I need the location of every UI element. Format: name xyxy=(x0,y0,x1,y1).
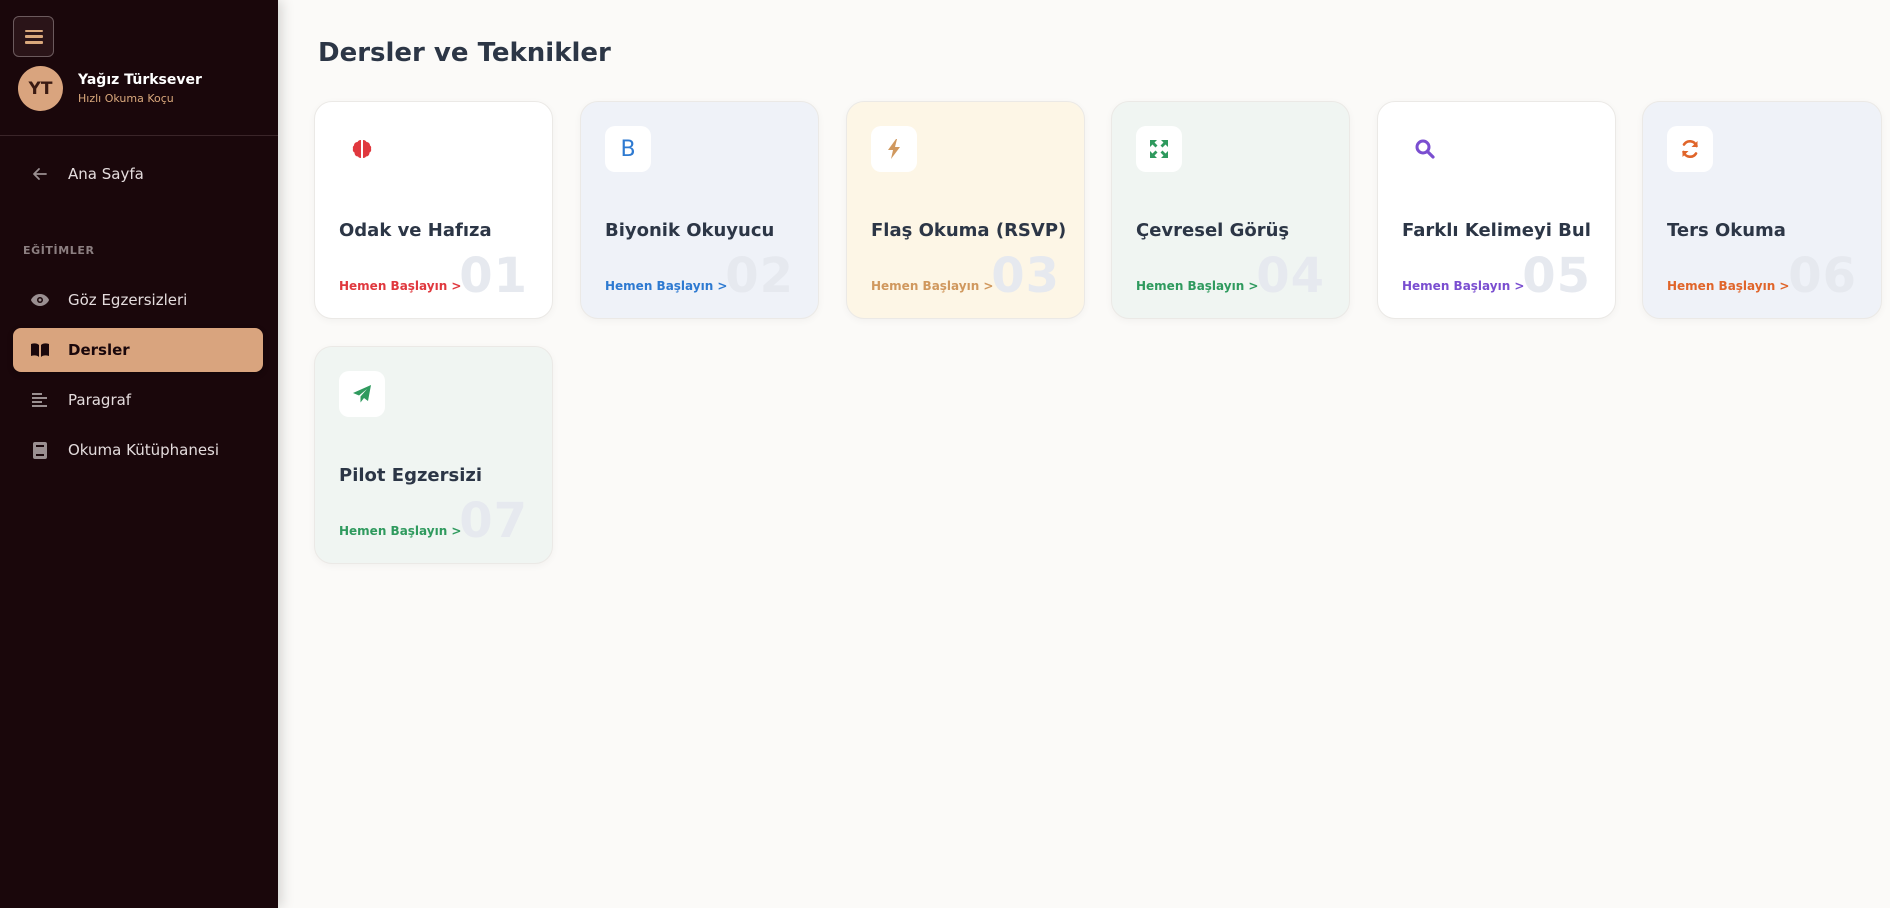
search-icon xyxy=(1402,126,1448,172)
card-number: 06 xyxy=(1788,248,1857,304)
arrow-left-icon xyxy=(30,164,50,184)
card-title: Biyonik Okuyucu xyxy=(605,220,775,241)
user-profile: YT Yağız Türksever Hızlı Okuma Koçu xyxy=(18,66,202,111)
lesson-card-odak-ve-hafiza[interactable]: Odak ve Hafıza Hemen Başlayın > 01 xyxy=(314,101,553,319)
card-number: 02 xyxy=(725,248,794,304)
card-number: 07 xyxy=(459,493,528,549)
sidebar-item-label: Ana Sayfa xyxy=(68,165,144,183)
page-title: Dersler ve Teknikler xyxy=(318,38,611,68)
paper-plane-icon xyxy=(339,371,385,417)
card-title: Pilot Egzersizi xyxy=(339,465,483,486)
sidebar-item-dersler[interactable]: Dersler xyxy=(13,328,263,372)
start-link[interactable]: Hemen Başlayın > xyxy=(871,279,993,293)
card-title: Flaş Okuma (RSVP) xyxy=(871,220,1067,241)
sidebar-item-okuma-kutuphanesi[interactable]: Okuma Kütüphanesi xyxy=(13,428,263,472)
lesson-card-cevresel-gorus[interactable]: Çevresel Görüş Hemen Başlayın > 04 xyxy=(1111,101,1350,319)
card-number: 03 xyxy=(991,248,1060,304)
avatar: YT xyxy=(18,66,63,111)
bolt-icon xyxy=(871,126,917,172)
eye-icon xyxy=(30,290,50,310)
card-number: 01 xyxy=(459,248,528,304)
card-title: Farklı Kelimeyi Bul xyxy=(1402,220,1591,241)
sidebar-divider xyxy=(0,135,278,136)
start-link[interactable]: Hemen Başlayın > xyxy=(605,279,727,293)
sidebar-item-label: Göz Egzersizleri xyxy=(68,291,188,309)
lesson-card-ters-okuma[interactable]: Ters Okuma Hemen Başlayın > 06 xyxy=(1642,101,1882,319)
lesson-card-farkli-kelimeyi-bul[interactable]: Farklı Kelimeyi Bul Hemen Başlayın > 05 xyxy=(1377,101,1616,319)
menu-toggle-button[interactable] xyxy=(13,16,54,57)
hamburger-icon xyxy=(24,29,43,44)
card-number: 04 xyxy=(1256,248,1325,304)
card-title: Çevresel Görüş xyxy=(1136,220,1290,241)
lesson-card-biyonik-okuyucu[interactable]: B Biyonik Okuyucu Hemen Başlayın > 02 xyxy=(580,101,819,319)
lesson-card-flas-okuma[interactable]: Flaş Okuma (RSVP) Hemen Başlayın > 03 xyxy=(846,101,1085,319)
profile-name: Yağız Türksever xyxy=(78,72,202,88)
start-link[interactable]: Hemen Başlayın > xyxy=(1402,279,1524,293)
card-title: Odak ve Hafıza xyxy=(339,220,492,241)
start-link[interactable]: Hemen Başlayın > xyxy=(339,279,461,293)
refresh-icon xyxy=(1667,126,1713,172)
sidebar-item-home[interactable]: Ana Sayfa xyxy=(13,152,263,196)
card-title: Ters Okuma xyxy=(1667,220,1786,241)
sidebar-item-paragraf[interactable]: Paragraf xyxy=(13,378,263,422)
book-icon xyxy=(30,440,50,460)
start-link[interactable]: Hemen Başlayın > xyxy=(1667,279,1789,293)
sidebar-item-goz-egzersizleri[interactable]: Göz Egzersizleri xyxy=(13,278,263,322)
sidebar-item-label: Dersler xyxy=(68,341,130,359)
profile-role: Hızlı Okuma Koçu xyxy=(78,92,174,105)
book-open-icon xyxy=(30,340,50,360)
start-link[interactable]: Hemen Başlayın > xyxy=(339,524,461,538)
sidebar-item-label: Paragraf xyxy=(68,391,132,409)
card-number: 05 xyxy=(1522,248,1591,304)
bold-b-icon: B xyxy=(605,126,651,172)
expand-arrows-icon xyxy=(1136,126,1182,172)
brain-icon xyxy=(339,126,385,172)
lesson-card-pilot-egzersizi[interactable]: Pilot Egzersizi Hemen Başlayın > 07 xyxy=(314,346,553,564)
sidebar: YT Yağız Türksever Hızlı Okuma Koçu Ana … xyxy=(0,0,278,908)
start-link[interactable]: Hemen Başlayın > xyxy=(1136,279,1258,293)
align-left-icon xyxy=(30,390,50,410)
section-label: EĞİTİMLER xyxy=(23,244,95,257)
sidebar-item-label: Okuma Kütüphanesi xyxy=(68,441,220,459)
